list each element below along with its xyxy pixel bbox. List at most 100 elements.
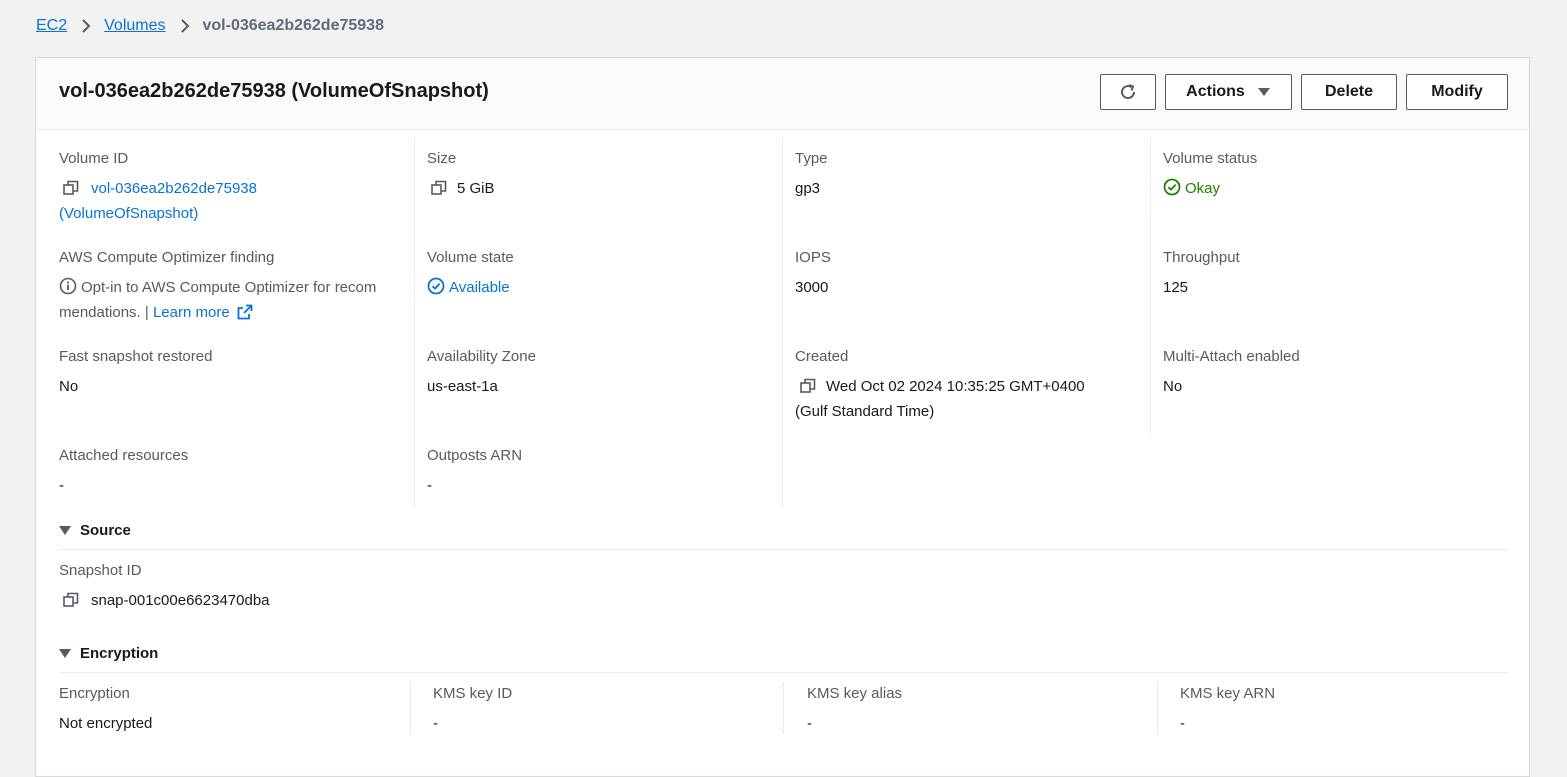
column-divider — [782, 138, 783, 508]
kms-key-id-label: KMS key ID — [433, 685, 513, 702]
optimizer-label: AWS Compute Optimizer finding — [59, 249, 275, 266]
multi-attach-label: Multi-Attach enabled — [1163, 348, 1300, 365]
page-title: vol-036ea2b262de75938 (VolumeOfSnapshot) — [59, 80, 489, 102]
fast-snapshot-label: Fast snapshot restored — [59, 348, 213, 365]
check-circle-icon — [1163, 178, 1181, 196]
snapshot-id-value: snap-001c00e6623470dba — [91, 592, 270, 609]
copy-icon[interactable] — [431, 180, 447, 196]
encryption-label: Encryption — [59, 685, 130, 702]
refresh-icon — [1121, 84, 1136, 100]
attached-resources-field: Attached resources - — [59, 446, 399, 498]
kms-key-arn-field: KMS key ARN - — [1180, 684, 1510, 736]
kms-key-alias-label: KMS key alias — [807, 685, 903, 702]
iops-label: IOPS — [795, 249, 831, 266]
column-divider — [1157, 682, 1158, 734]
copy-icon[interactable] — [63, 180, 79, 196]
availability-zone-field: Availability Zone us-east-1a — [427, 347, 767, 399]
source-section-title: Source — [80, 522, 131, 539]
kms-key-id-value: - — [433, 715, 438, 732]
actions-label: Actions — [1186, 83, 1245, 100]
throughput-field: Throughput 125 — [1163, 248, 1503, 300]
copy-icon[interactable] — [800, 378, 816, 394]
size-value: 5 GiB — [457, 180, 495, 197]
source-section-toggle[interactable]: Source — [59, 522, 131, 539]
check-circle-icon — [427, 277, 445, 295]
encryption-section-toggle[interactable]: Encryption — [59, 645, 158, 662]
volume-status-label: Volume status — [1163, 150, 1258, 167]
breadcrumb: EC2 Volumes vol-036ea2b262de75938 — [36, 14, 384, 38]
external-link-icon — [237, 304, 253, 320]
chevron-right-icon — [180, 19, 189, 33]
created-label: Created — [795, 348, 849, 365]
encryption-field: Encryption Not encrypted — [59, 684, 399, 736]
fast-snapshot-field: Fast snapshot restored No — [59, 347, 399, 399]
attached-resources-value: - — [59, 477, 64, 494]
actions-button[interactable]: Actions — [1165, 74, 1292, 110]
chevron-right-icon — [82, 19, 91, 33]
volume-details-panel: vol-036ea2b262de75938 (VolumeOfSnapshot)… — [35, 57, 1530, 777]
triangle-down-icon — [59, 649, 71, 658]
delete-button[interactable]: Delete — [1301, 74, 1397, 110]
caret-down-icon — [1257, 88, 1270, 96]
iops-field: IOPS 3000 — [795, 248, 1135, 300]
volume-id-link[interactable]: vol-036ea2b262de75938 — [91, 180, 257, 197]
kms-key-alias-value: - — [807, 715, 812, 732]
volume-status-value: Okay — [1185, 180, 1221, 197]
refresh-button[interactable] — [1100, 74, 1156, 110]
size-label: Size — [427, 150, 457, 167]
size-field: Size 5 GiB — [427, 149, 767, 201]
section-divider — [59, 549, 1508, 550]
volume-id-field: Volume ID vol-036ea2b262de75938 (VolumeO… — [59, 149, 404, 226]
volume-state-label: Volume state — [427, 249, 514, 266]
kms-key-alias-field: KMS key alias - — [807, 684, 1147, 736]
breadcrumb-current: vol-036ea2b262de75938 — [202, 17, 384, 34]
kms-key-arn-value: - — [1180, 715, 1185, 732]
type-field: Type gp3 — [795, 149, 1135, 201]
learn-more-link[interactable]: Learn more — [153, 304, 259, 321]
outposts-arn-label: Outposts ARN — [427, 447, 523, 464]
fast-snapshot-value: No — [59, 378, 79, 395]
attached-resources-label: Attached resources — [59, 447, 189, 464]
outposts-arn-value: - — [427, 477, 432, 494]
encryption-value: Not encrypted — [59, 715, 153, 732]
outposts-arn-field: Outposts ARN - — [427, 446, 767, 498]
created-value-line2: (Gulf Standard Time) — [795, 403, 935, 420]
section-divider — [59, 672, 1508, 673]
multi-attach-field: Multi-Attach enabled No — [1163, 347, 1503, 399]
type-label: Type — [795, 150, 828, 167]
breadcrumb-volumes-link[interactable]: Volumes — [104, 17, 165, 35]
volume-id-label: Volume ID — [59, 150, 129, 167]
volume-name-link[interactable]: (VolumeOfSnapshot) — [59, 205, 198, 222]
column-divider — [410, 682, 411, 734]
throughput-value: 125 — [1163, 279, 1189, 296]
availability-zone-label: Availability Zone — [427, 348, 536, 365]
info-icon — [59, 277, 77, 295]
optimizer-message-line1: Opt-in to AWS Compute Optimizer for reco… — [81, 279, 377, 296]
iops-value: 3000 — [795, 279, 829, 296]
breadcrumb-ec2-link[interactable]: EC2 — [36, 17, 67, 35]
optimizer-message-line2: mendations. | — [59, 304, 149, 321]
created-value-line1: Wed Oct 02 2024 10:35:25 GMT+0400 — [826, 378, 1085, 395]
copy-icon[interactable] — [63, 592, 79, 608]
modify-button[interactable]: Modify — [1406, 74, 1508, 110]
learn-more-label: Learn more — [152, 304, 230, 321]
throughput-label: Throughput — [1163, 249, 1240, 266]
type-value: gp3 — [795, 180, 821, 197]
snapshot-id-label: Snapshot ID — [59, 562, 142, 579]
volume-state-field: Volume state Available — [427, 248, 767, 300]
optimizer-field: AWS Compute Optimizer finding Opt-in to … — [59, 248, 409, 325]
availability-zone-value: us-east-1a — [427, 378, 498, 395]
column-divider — [1150, 138, 1151, 434]
multi-attach-value: No — [1163, 378, 1183, 395]
volume-status-field: Volume status Okay — [1163, 149, 1503, 201]
panel-header: vol-036ea2b262de75938 (VolumeOfSnapshot)… — [36, 58, 1529, 130]
created-field: Created Wed Oct 02 2024 10:35:25 GMT+040… — [795, 347, 1140, 424]
encryption-section-title: Encryption — [80, 645, 159, 662]
kms-key-id-field: KMS key ID - — [433, 684, 773, 736]
column-divider — [783, 682, 784, 734]
volume-state-value: Available — [449, 279, 510, 296]
triangle-down-icon — [59, 526, 71, 535]
snapshot-id-field: Snapshot ID snap-001c00e6623470dba — [59, 561, 459, 613]
kms-key-arn-label: KMS key ARN — [1180, 685, 1276, 702]
column-divider — [414, 138, 415, 508]
